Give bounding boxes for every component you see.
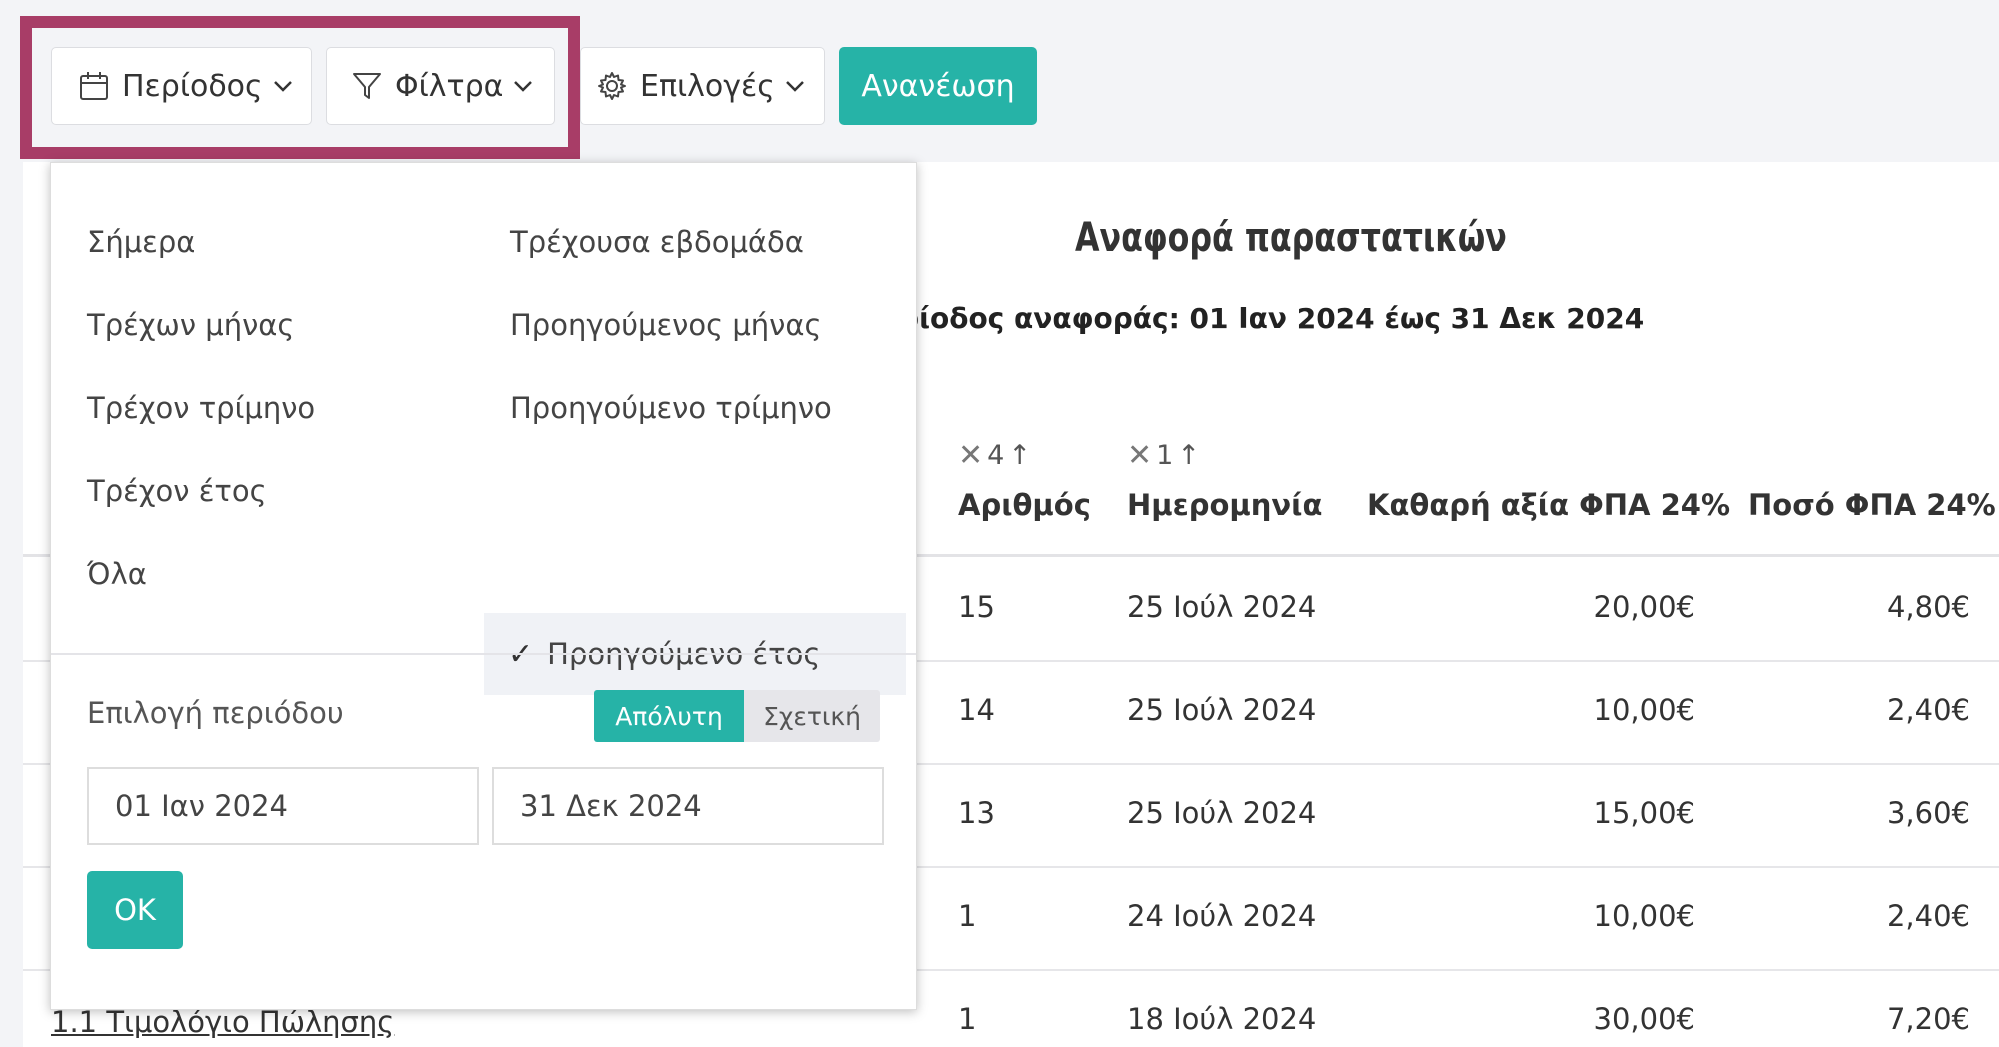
cell-vat-amount: 2,40€ xyxy=(1886,693,1970,727)
to-date-input[interactable]: 31 Δεκ 2024 xyxy=(492,767,884,845)
period-option-previous-month[interactable]: Προηγούμενος μήνας xyxy=(510,308,822,342)
cell-date: 25 Ιούλ 2024 xyxy=(1127,590,1317,624)
dropdown-divider xyxy=(51,653,916,655)
cell-vat-amount: 7,20€ xyxy=(1886,1002,1970,1036)
cell-date: 25 Ιούλ 2024 xyxy=(1127,796,1317,830)
ok-button[interactable]: OK xyxy=(87,871,183,949)
report-period: Περίοδος αναφοράς: 01 Ιαν 2024 έως 31 Δε… xyxy=(860,302,1645,335)
cell-number: 1 xyxy=(958,899,977,933)
sort-indicator-date[interactable]: ✕ 1 ↑ xyxy=(1127,438,1200,473)
mode-absolute-button[interactable]: Απόλυτη xyxy=(594,690,744,742)
custom-period-label: Επιλογή περιόδου xyxy=(87,696,344,730)
refresh-button[interactable]: Ανανέωση xyxy=(839,47,1037,125)
cell-net-value: 30,00€ xyxy=(1593,1002,1695,1036)
sort-arrow-up-icon: ↑ xyxy=(1008,440,1031,471)
sort-arrow-up-icon: ↑ xyxy=(1177,440,1200,471)
toolbar: Περίοδος Φίλτρα Επιλογές Ανανέωση xyxy=(0,0,1999,162)
sort-order: 1 xyxy=(1156,440,1174,471)
period-option-current-week[interactable]: Τρέχουσα εβδομάδα xyxy=(510,225,804,259)
remove-sort-icon[interactable]: ✕ xyxy=(958,438,983,473)
period-mode-toggle: Απόλυτη Σχετική xyxy=(594,690,880,742)
cell-number: 13 xyxy=(958,796,995,830)
sort-indicator-number[interactable]: ✕ 4 ↑ xyxy=(958,438,1031,473)
from-date-input[interactable]: 01 Ιαν 2024 xyxy=(87,767,479,845)
period-option-previous-quarter[interactable]: Προηγούμενο τρίμηνο xyxy=(510,391,832,425)
cell-vat-amount: 4,80€ xyxy=(1886,590,1970,624)
period-option-current-year[interactable]: Τρέχον έτος xyxy=(87,474,267,508)
document-link[interactable]: 1.1 Τιμολόγιο Πώλησης xyxy=(51,1005,394,1039)
column-header-net-value[interactable]: Καθαρή αξία ΦΠΑ 24% xyxy=(1367,488,1730,522)
cell-vat-amount: 3,60€ xyxy=(1886,796,1970,830)
period-dropdown: Σήμερα Τρέχουσα εβδομάδα Τρέχων μήνας Πρ… xyxy=(50,162,917,1010)
period-option-today[interactable]: Σήμερα xyxy=(87,225,195,259)
cell-number: 1 xyxy=(958,1002,977,1036)
options-button-label: Επιλογές xyxy=(640,68,775,104)
mode-relative-button[interactable]: Σχετική xyxy=(744,690,880,742)
cell-net-value: 10,00€ xyxy=(1593,693,1695,727)
cell-number: 15 xyxy=(958,590,995,624)
report-title: Αναφορά παραστατικών xyxy=(1075,215,1507,261)
sort-order: 4 xyxy=(987,440,1005,471)
cell-date: 18 Ιούλ 2024 xyxy=(1127,1002,1317,1036)
cell-date: 24 Ιούλ 2024 xyxy=(1127,899,1317,933)
column-header-number[interactable]: Αριθμός xyxy=(958,488,1091,522)
cell-vat-amount: 2,40€ xyxy=(1886,899,1970,933)
column-header-vat-amount[interactable]: Ποσό ΦΠΑ 24% xyxy=(1748,488,1996,522)
cell-net-value: 20,00€ xyxy=(1593,590,1695,624)
period-option-all[interactable]: Όλα xyxy=(87,557,147,591)
highlight-frame xyxy=(20,16,580,159)
cell-date: 25 Ιούλ 2024 xyxy=(1127,693,1317,727)
period-option-current-month[interactable]: Τρέχων μήνας xyxy=(87,308,294,342)
column-header-date[interactable]: Ημερομηνία xyxy=(1127,488,1322,522)
options-button[interactable]: Επιλογές xyxy=(580,47,825,125)
gear-icon xyxy=(598,72,626,100)
cell-number: 14 xyxy=(958,693,995,727)
period-option-current-quarter[interactable]: Τρέχον τρίμηνο xyxy=(87,391,315,425)
cell-net-value: 15,00€ xyxy=(1593,796,1695,830)
cell-net-value: 10,00€ xyxy=(1593,899,1695,933)
remove-sort-icon[interactable]: ✕ xyxy=(1127,438,1152,473)
chevron-down-icon xyxy=(785,81,804,92)
